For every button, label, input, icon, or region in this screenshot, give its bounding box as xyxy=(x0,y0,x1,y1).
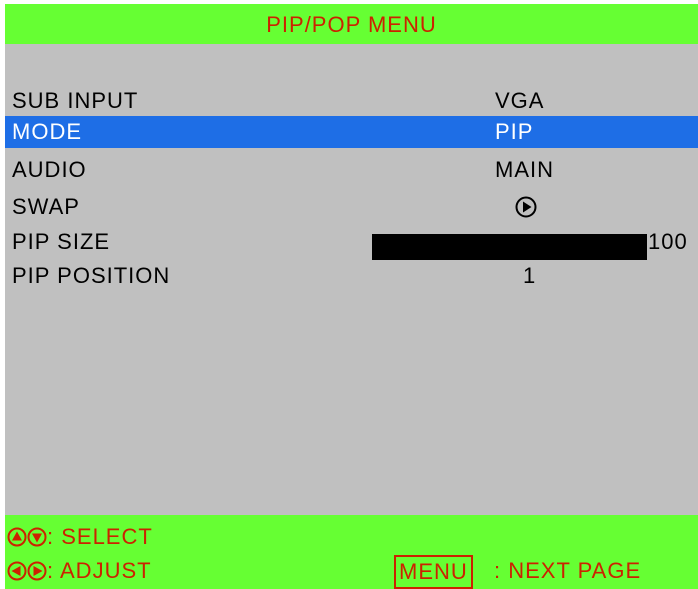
menu-row-mode[interactable]: MODE PIP xyxy=(5,116,698,148)
pip-position-label: PIP POSITION xyxy=(12,263,171,288)
footer-next-page: MENU : NEXT PAGE xyxy=(5,553,698,589)
mode-value: PIP xyxy=(495,119,534,144)
menu-row-swap[interactable]: SWAP xyxy=(5,191,698,223)
swap-label: SWAP xyxy=(12,194,80,219)
pip-position-value: 1 xyxy=(523,263,537,288)
footer-select-hint: : SELECT xyxy=(7,521,153,553)
audio-value: MAIN xyxy=(495,157,554,182)
pip-size-value: 100 xyxy=(648,229,688,254)
mode-label: MODE xyxy=(12,119,82,144)
up-arrow-icon xyxy=(7,527,27,547)
menu-key-button[interactable]: MENU xyxy=(394,555,473,589)
osd-menu: PIP/POP MENU SUB INPUT VGA MODE PIP AUDI… xyxy=(5,4,698,589)
audio-label: AUDIO xyxy=(12,157,87,182)
pip-size-bar[interactable] xyxy=(372,234,647,260)
menu-row-pip-size[interactable]: PIP SIZE 100 xyxy=(5,226,698,260)
menu-row-pip-position[interactable]: PIP POSITION 1 xyxy=(5,260,698,292)
down-arrow-icon xyxy=(27,527,47,547)
pip-size-label: PIP SIZE xyxy=(12,229,111,254)
menu-row-audio[interactable]: AUDIO MAIN xyxy=(5,154,698,186)
pip-size-bar-fill xyxy=(372,234,647,260)
sub-input-label: SUB INPUT xyxy=(12,88,139,113)
menu-row-sub-input[interactable]: SUB INPUT VGA xyxy=(5,85,698,117)
sub-input-value: VGA xyxy=(495,88,545,113)
footer-help: : SELECT : ADJUST MENU : NEXT PAGE xyxy=(5,515,698,589)
menu-title: PIP/POP MENU xyxy=(5,4,698,44)
next-page-label: : NEXT PAGE xyxy=(494,558,642,583)
select-hint-label: : SELECT xyxy=(47,524,153,549)
play-circle-icon[interactable] xyxy=(515,196,537,218)
